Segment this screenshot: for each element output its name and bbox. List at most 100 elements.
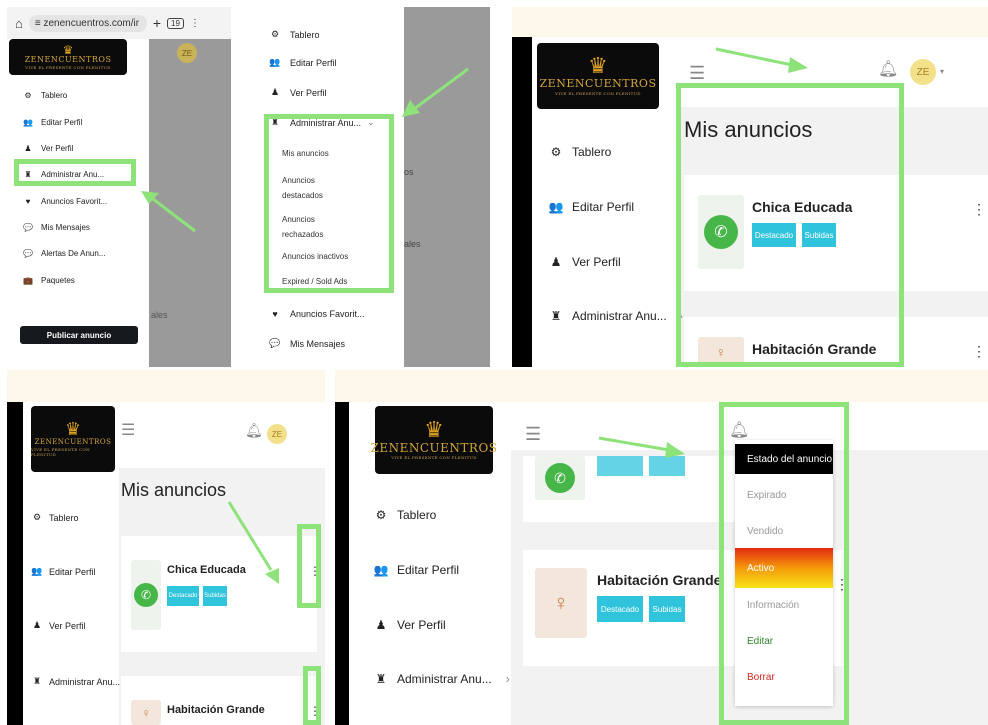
sidebar-item-paquetes[interactable]: 💼 Paquetes <box>21 276 75 285</box>
sidebar-item-editar-perfil[interactable]: 👥 Editar Perfil <box>373 563 460 577</box>
submenu-item-mis-anuncios[interactable]: Mis anuncios <box>282 149 329 158</box>
hamburger-menu-icon[interactable]: ☰ <box>121 420 135 440</box>
page-title: Mis anuncios <box>684 117 813 142</box>
status-item-expirado[interactable]: Expirado <box>735 480 833 510</box>
users-icon: 👥 <box>269 57 281 67</box>
sidebar-item-tablero[interactable]: ⚙ Tablero <box>31 512 79 523</box>
sidebar-item-administrar[interactable]: ♜Administrar Anu...› <box>548 309 683 323</box>
status-item-borrar[interactable]: Borrar <box>735 662 833 692</box>
ad-title[interactable]: Chica Educada <box>167 564 246 576</box>
ad-card[interactable]: ♀ Habitación Grande ⋮ <box>121 676 321 725</box>
submenu-item-expired[interactable]: Expired / Sold Ads <box>282 277 347 286</box>
user-avatar[interactable]: ZE <box>910 59 936 85</box>
logo-text: ZENENCUENTROS <box>34 438 112 447</box>
kebab-menu-icon[interactable]: ⋮ <box>309 704 321 718</box>
ad-title[interactable]: Chica Educada <box>752 199 852 215</box>
sidebar-item-alertas[interactable]: 💬 Alertas De Anun... <box>21 249 105 258</box>
sidebar-item-tablero[interactable]: ⚙ Tablero <box>548 145 612 159</box>
bg-fragment: ales <box>151 310 168 320</box>
sidebar-item-ver-perfil[interactable]: ♟ Ver Perfil <box>268 87 327 98</box>
sidebar-item-administrar[interactable]: ♜ Administrar Anu... ⌄ <box>268 117 375 128</box>
sidebar-item-ver-perfil[interactable]: ♟ Ver Perfil <box>373 618 446 632</box>
bumped-tag[interactable]: Subidas <box>649 596 685 622</box>
ad-card[interactable]: ✆ Chica Educada Destacado Subidas ⋮ <box>121 536 321 652</box>
crown-icon: ♛ <box>588 54 608 80</box>
status-item-activo[interactable]: Activo <box>735 548 833 588</box>
publish-ad-button[interactable]: Publicar anuncio <box>20 326 138 344</box>
ad-card[interactable]: ♀ Habitación Grande ⋮ <box>684 317 988 367</box>
sidebar-item-label: Administrar Anu... <box>290 117 362 128</box>
sidebar-item-tablero[interactable]: ⚙ Tablero <box>373 508 437 522</box>
sidebar-item-administrar[interactable]: ♜Administrar Anu...› <box>373 672 510 686</box>
bumped-tag[interactable]: Subidas <box>203 586 227 606</box>
featured-tag[interactable] <box>597 456 643 476</box>
kebab-menu-icon[interactable]: ⋮ <box>835 576 849 593</box>
featured-tag[interactable]: Destacado <box>597 596 643 622</box>
submenu-item-rechazados[interactable]: Anuncios rechazados <box>282 212 352 242</box>
sidebar-item-label: Administrar Anu... <box>41 170 105 179</box>
sidebar-item-tablero[interactable]: ⚙ Tablero <box>268 29 320 40</box>
ad-thumbnail[interactable]: ✆ <box>131 560 161 630</box>
user-icon: ♟ <box>375 618 387 632</box>
sidebar-item-editar-perfil[interactable]: 👥 Editar Perfil <box>548 200 635 214</box>
avatar-caret-icon[interactable]: ▾ <box>940 67 944 76</box>
ad-title[interactable]: Habitación Grande <box>597 572 721 588</box>
bell-icon[interactable]: 🔔︎ <box>729 420 749 440</box>
sidebar-item-editar-perfil[interactable]: 👥 Editar Perfil <box>268 57 336 68</box>
sidebar-item-mensajes[interactable]: 💬 Mis Mensajes <box>268 338 345 349</box>
site-logo[interactable]: ♛ ZENENCUENTROS VIVE EL PRESENTE CON PLE… <box>371 406 497 474</box>
site-logo[interactable]: ♛ ZENENCUENTROS VIVE EL PRESENTE CON PLE… <box>9 39 127 75</box>
sidebar-item-ver-perfil[interactable]: ♟ Ver Perfil <box>31 620 86 631</box>
bell-icon[interactable]: 🔔︎ <box>245 422 263 439</box>
ad-thumbnail[interactable]: ✆ <box>698 195 744 269</box>
user-avatar[interactable]: ZE <box>267 424 287 444</box>
submenu-item-destacados[interactable]: Anuncios destacados <box>282 173 352 203</box>
sidebar-item-editar-perfil[interactable]: 👥 Editar Perfil <box>21 118 82 127</box>
sidebar-item-label: Ver Perfil <box>397 618 446 632</box>
status-item-vendido[interactable]: Vendido <box>735 516 833 546</box>
kebab-menu-icon[interactable]: ⋮ <box>972 201 986 218</box>
ad-thumbnail[interactable]: ♀ <box>698 337 744 367</box>
kebab-menu-icon[interactable]: ⋮ <box>309 564 321 578</box>
sidebar-item-mensajes[interactable]: 💬 Mis Mensajes <box>21 223 90 232</box>
hamburger-menu-icon[interactable]: ☰ <box>689 63 705 84</box>
tab-count-badge[interactable]: 19 <box>167 17 184 29</box>
ad-thumbnail[interactable]: ♀ <box>535 568 587 638</box>
sidebar-item-tablero[interactable]: ⚙ Tablero <box>21 91 67 100</box>
alert-chat-icon: 💬 <box>23 249 33 258</box>
phone-icon: ✆ <box>704 215 738 249</box>
ad-thumbnail[interactable]: ♀ <box>131 700 161 725</box>
site-logo[interactable]: ♛ ZENENCUENTROS VIVE EL PRESENTE CON PLE… <box>537 43 659 109</box>
home-icon[interactable]: ⌂ <box>15 16 23 31</box>
new-tab-icon[interactable]: + <box>153 15 161 31</box>
sidebar-item-favoritos[interactable]: ♥ Anuncios Favorit... <box>21 197 108 206</box>
more-menu-icon[interactable]: ⋮ <box>190 18 200 29</box>
ad-card[interactable]: ✆ Chica Educada Destacado Subidas ⋮ <box>684 175 988 291</box>
ad-title[interactable]: Habitación Grande <box>752 341 876 357</box>
sidebar-item-administrar[interactable]: ♜Administrar Anu...› <box>31 676 131 687</box>
kebab-menu-icon[interactable]: ⋮ <box>972 343 986 360</box>
bumped-tag[interactable]: Subidas <box>802 223 836 247</box>
person-icon: ♀ <box>552 590 570 615</box>
submenu-item-inactivos[interactable]: Anuncios inactivos <box>282 252 348 261</box>
featured-tag[interactable]: Destacado <box>752 223 796 247</box>
ad-thumbnail[interactable]: ✆ <box>535 456 585 500</box>
logo-text: ZENENCUENTROS <box>539 77 657 91</box>
featured-tag[interactable]: Destacado <box>167 586 199 606</box>
sidebar-item-editar-perfil[interactable]: 👥 Editar Perfil <box>31 566 95 577</box>
status-item-editar[interactable]: Editar <box>735 626 833 656</box>
sidebar-item-ver-perfil[interactable]: ♟ Ver Perfil <box>548 255 621 269</box>
url-text: zenencuentros.com/ir <box>43 17 140 29</box>
sidebar-item-administrar[interactable]: ♜ Administrar Anu... <box>21 170 104 179</box>
hamburger-menu-icon[interactable]: ☰ <box>525 424 541 445</box>
chevron-right-icon: › <box>505 672 510 686</box>
bumped-tag[interactable] <box>649 456 685 476</box>
url-bar[interactable]: ≡ zenencuentros.com/ir <box>28 14 147 32</box>
ad-title[interactable]: Habitación Grande <box>167 704 265 716</box>
bell-icon[interactable]: 🔔︎ <box>878 59 898 79</box>
status-item-informacion[interactable]: Información <box>735 590 833 620</box>
users-icon: 👥 <box>23 118 33 127</box>
sidebar-item-favoritos[interactable]: ♥ Anuncios Favorit... <box>268 309 364 319</box>
site-logo[interactable]: ♛ ZENENCUENTROS VIVE EL PRESENTE CON PLE… <box>31 406 115 472</box>
sidebar-item-ver-perfil[interactable]: ♟ Ver Perfil <box>21 144 73 153</box>
